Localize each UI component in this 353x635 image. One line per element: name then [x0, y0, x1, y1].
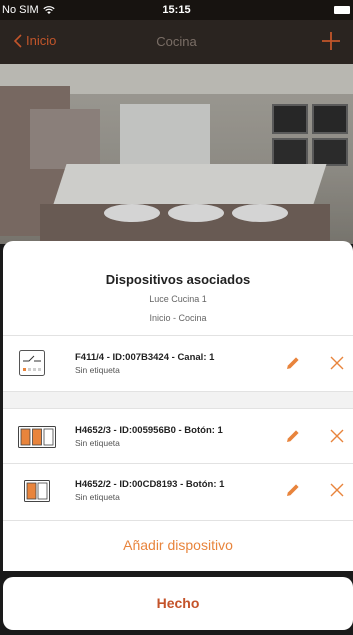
double-button-icon: [24, 480, 50, 502]
divider: [3, 520, 353, 521]
section-separator: [3, 391, 353, 409]
room-photo: [0, 64, 353, 244]
device-tag: Sin etiqueta: [75, 492, 120, 502]
device-tag: Sin etiqueta: [75, 438, 120, 448]
sheet-subtitle: Luce Cucina 1: [149, 294, 207, 304]
device-row[interactable]: H4652/3 - ID:005956B0 - Botón: 1 Sin eti…: [3, 410, 353, 464]
associated-devices-sheet: Dispositivos asociados Luce Cucina 1 Ini…: [3, 241, 353, 571]
device-name: H4652/3 - ID:005956B0 - Botón: 1: [75, 425, 223, 436]
edit-pencil-icon[interactable]: [285, 428, 301, 444]
sheet-location: Inicio - Cocina: [149, 313, 207, 323]
switch-module-icon: [19, 350, 45, 376]
sheet-title: Dispositivos asociados: [105, 272, 251, 287]
edit-pencil-icon[interactable]: [285, 355, 301, 371]
remove-icon[interactable]: [330, 356, 344, 370]
device-row[interactable]: F411/4 - ID:007B3424 - Canal: 1 Sin etiq…: [3, 337, 353, 391]
battery-icon: [334, 6, 350, 14]
page-title: Cocina: [156, 34, 197, 49]
sheet-header: Dispositivos asociados Luce Cucina 1 Ini…: [3, 241, 353, 335]
device-tag: Sin etiqueta: [75, 365, 120, 375]
divider: [3, 335, 353, 336]
device-name: H4652/2 - ID:00CD8193 - Botón: 1: [75, 479, 225, 490]
nav-bar: Inicio Cocina: [0, 20, 353, 64]
screen: No SIM 15:15 Inicio Cocina Dispositivos …: [0, 0, 353, 635]
remove-icon[interactable]: [330, 483, 344, 497]
device-row[interactable]: H4652/2 - ID:00CD8193 - Botón: 1 Sin eti…: [3, 464, 353, 518]
edit-pencil-icon[interactable]: [285, 482, 301, 498]
done-button[interactable]: Hecho: [3, 577, 353, 630]
device-name: F411/4 - ID:007B3424 - Canal: 1: [75, 352, 215, 363]
add-icon[interactable]: [321, 31, 341, 51]
status-time: 15:15: [162, 4, 191, 16]
add-device-button[interactable]: Añadir dispositivo: [3, 523, 353, 567]
status-bar: No SIM 15:15: [0, 0, 353, 20]
remove-icon[interactable]: [330, 429, 344, 443]
triple-button-icon: [18, 426, 56, 448]
